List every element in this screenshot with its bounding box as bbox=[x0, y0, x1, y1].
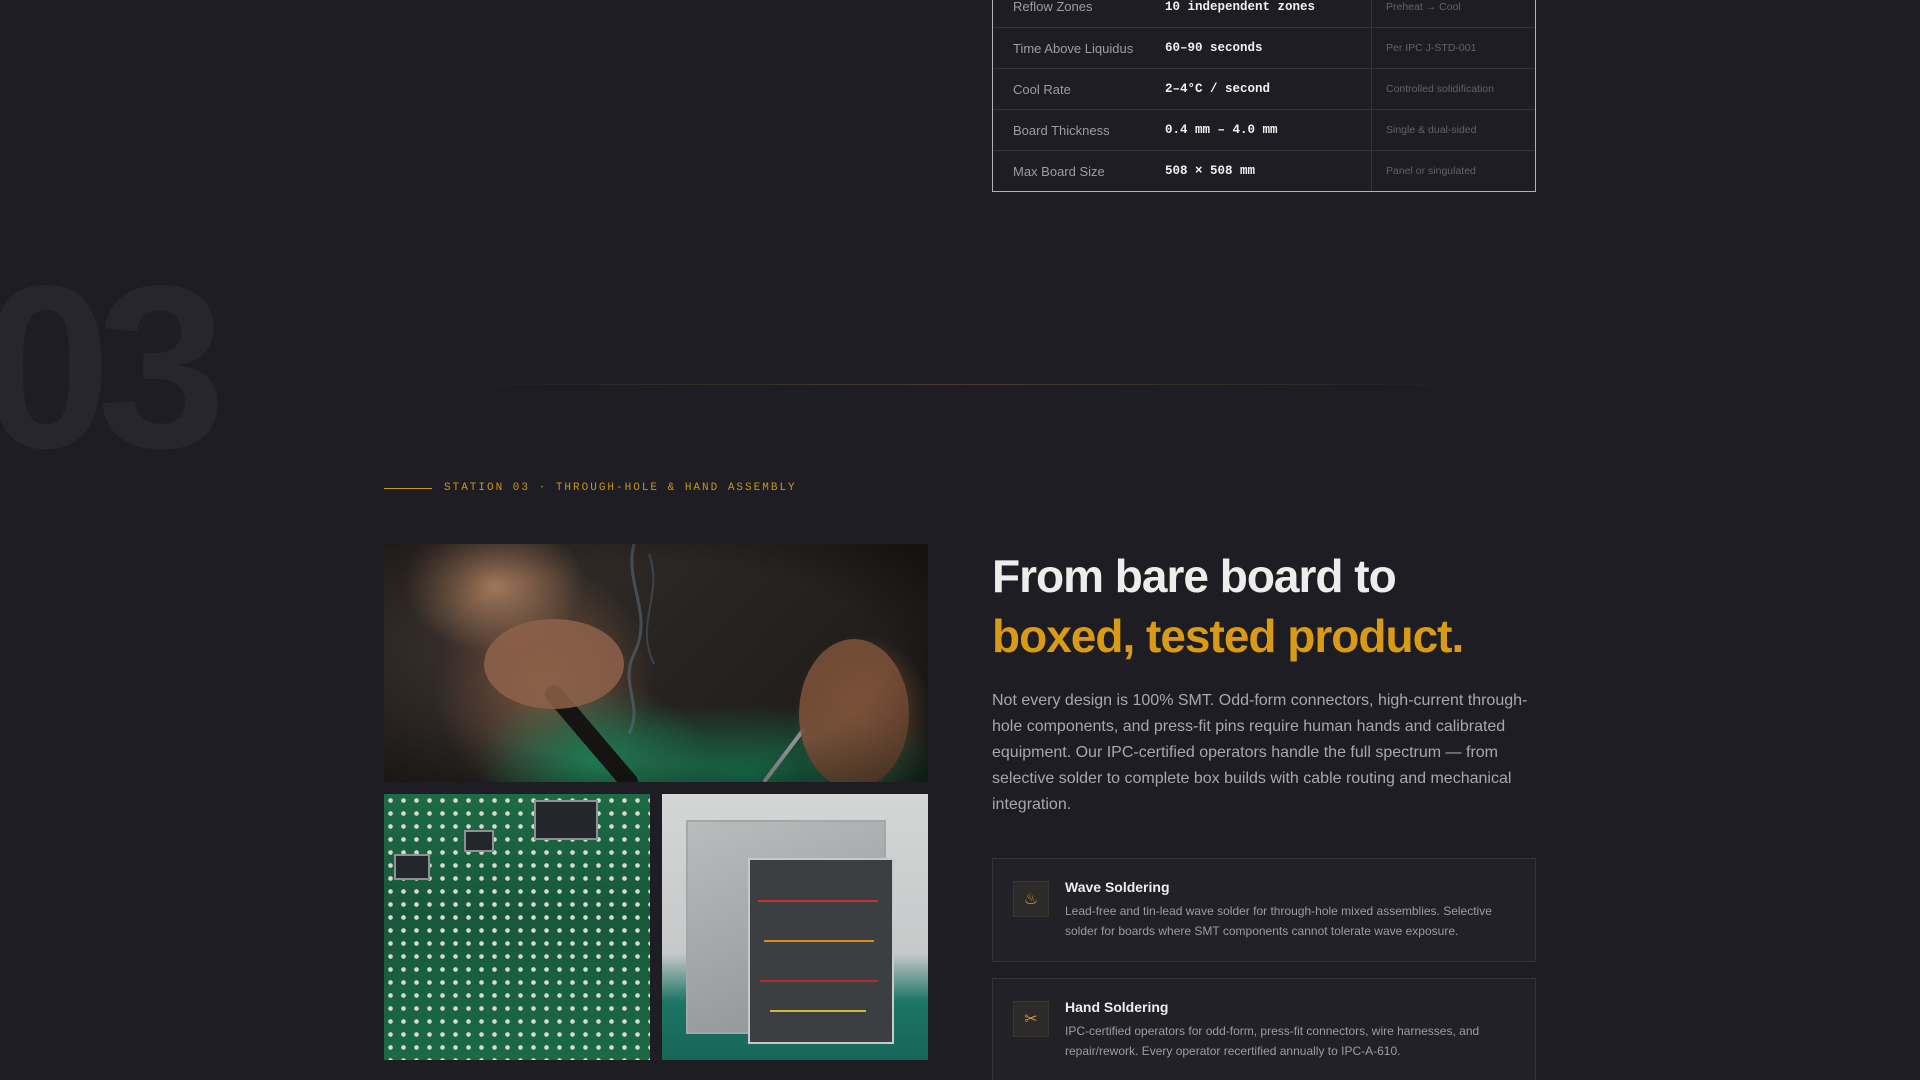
spec-label: Board Thickness bbox=[1013, 122, 1110, 138]
spec-value: 2–4°C / second bbox=[1165, 82, 1271, 96]
eyebrow-text: STATION 03 · THROUGH-HOLE & HAND ASSEMBL… bbox=[444, 482, 797, 494]
spec-note: Preheat → Cool bbox=[1371, 0, 1535, 27]
headline-line-2: boxed, tested product. bbox=[992, 610, 1464, 662]
spec-note: Single & dual-sided bbox=[1371, 110, 1535, 150]
ic-chip bbox=[394, 854, 430, 880]
pcb-closeup-photo bbox=[384, 794, 650, 1060]
spec-value: 508 × 508 mm bbox=[1165, 164, 1256, 178]
spec-value: 0.4 mm – 4.0 mm bbox=[1165, 123, 1278, 137]
spec-note: Controlled solidification bbox=[1371, 69, 1535, 109]
capability-card-hand-soldering: ✂ Hand Soldering IPC-certified operators… bbox=[992, 978, 1536, 1080]
card-title: Hand Soldering bbox=[1065, 999, 1169, 1015]
spec-value: 10 independent zones bbox=[1165, 0, 1316, 14]
card-title: Wave Soldering bbox=[1065, 879, 1170, 895]
hand-soldering-photo bbox=[384, 544, 928, 782]
page: Reflow Zones 10 independent zones Prehea… bbox=[0, 0, 1920, 1080]
spec-table: Reflow Zones 10 independent zones Prehea… bbox=[992, 0, 1536, 192]
enclosure bbox=[686, 820, 894, 1044]
station-eyebrow: STATION 03 · THROUGH-HOLE & HAND ASSEMBL… bbox=[384, 482, 797, 494]
eyebrow-line bbox=[384, 487, 432, 489]
spec-note: Panel or singulated bbox=[1371, 151, 1535, 191]
section-headline: From bare board to boxed, tested product… bbox=[992, 546, 1552, 666]
flame-icon: ♨ bbox=[1013, 881, 1049, 917]
spec-row: Cool Rate 2–4°C / second Controlled soli… bbox=[993, 68, 1535, 109]
tools-icon: ✂ bbox=[1013, 1001, 1049, 1037]
spec-label: Time Above Liquidus bbox=[1013, 40, 1134, 56]
headline-line-1: From bare board to bbox=[992, 550, 1397, 602]
ic-chip bbox=[464, 830, 494, 852]
capability-card-wave-soldering: ♨ Wave Soldering Lead-free and tin-lead … bbox=[992, 858, 1536, 962]
spec-label: Cool Rate bbox=[1013, 81, 1071, 97]
section-divider bbox=[440, 384, 1490, 385]
spec-label: Max Board Size bbox=[1013, 163, 1105, 179]
spec-note: Per IPC J-STD-001 bbox=[1371, 28, 1535, 68]
enclosure-interior bbox=[748, 858, 894, 1044]
spec-row: Board Thickness 0.4 mm – 4.0 mm Single &… bbox=[993, 109, 1535, 150]
spec-value: 60–90 seconds bbox=[1165, 41, 1263, 55]
box-build-photo bbox=[662, 794, 928, 1060]
card-description: Lead-free and tin-lead wave solder for t… bbox=[1065, 904, 1492, 938]
spec-label: Reflow Zones bbox=[1013, 0, 1093, 14]
station-number: 03 bbox=[0, 238, 226, 497]
card-description: IPC-certified operators for odd-form, pr… bbox=[1065, 1024, 1480, 1058]
spec-row: Time Above Liquidus 60–90 seconds Per IP… bbox=[993, 27, 1535, 68]
section-body: Not every design is 100% SMT. Odd-form c… bbox=[992, 692, 1528, 813]
ic-chip bbox=[534, 800, 598, 840]
hand-soldering-illustration bbox=[384, 544, 928, 782]
spec-row: Reflow Zones 10 independent zones Prehea… bbox=[993, 0, 1535, 27]
spec-row: Max Board Size 508 × 508 mm Panel or sin… bbox=[993, 150, 1535, 191]
